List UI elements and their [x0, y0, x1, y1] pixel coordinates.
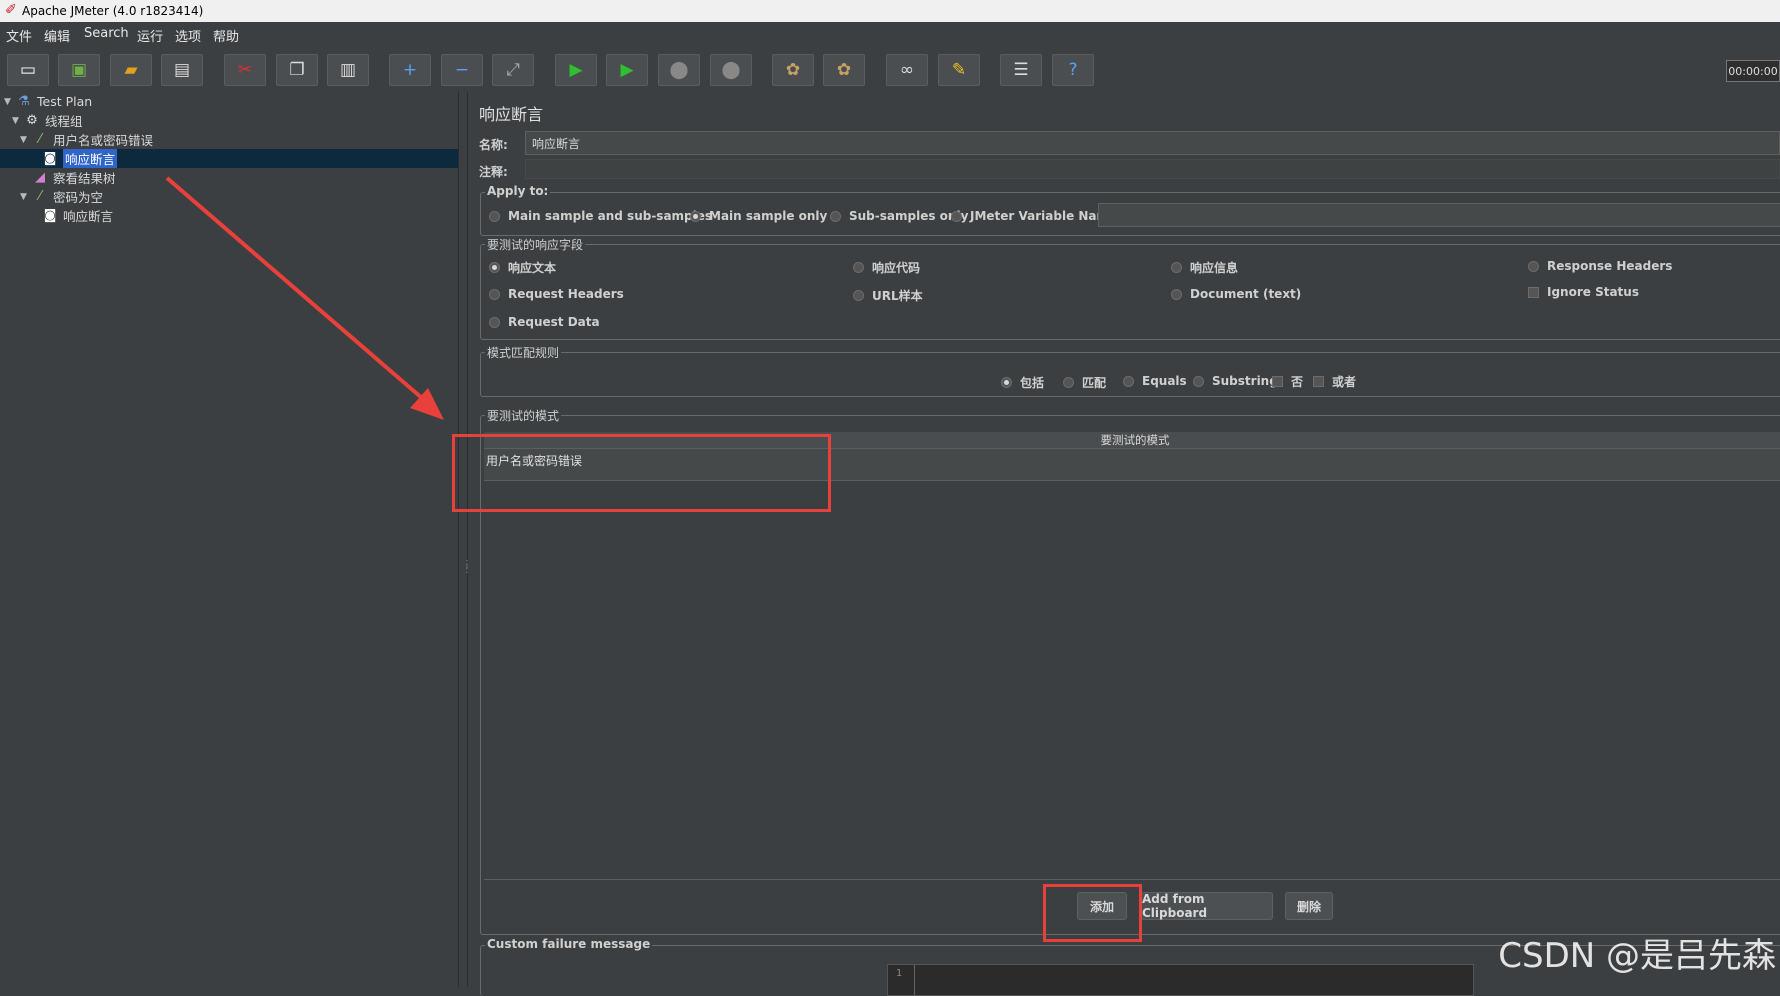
annotation-arrow-line	[165, 176, 432, 407]
annotation-overlay	[165, 176, 444, 420]
annotation-highlight-pattern	[452, 434, 831, 512]
annotation-highlight-add-button	[1043, 884, 1142, 942]
watermark: CSDN @是吕先森	[1498, 936, 1776, 976]
